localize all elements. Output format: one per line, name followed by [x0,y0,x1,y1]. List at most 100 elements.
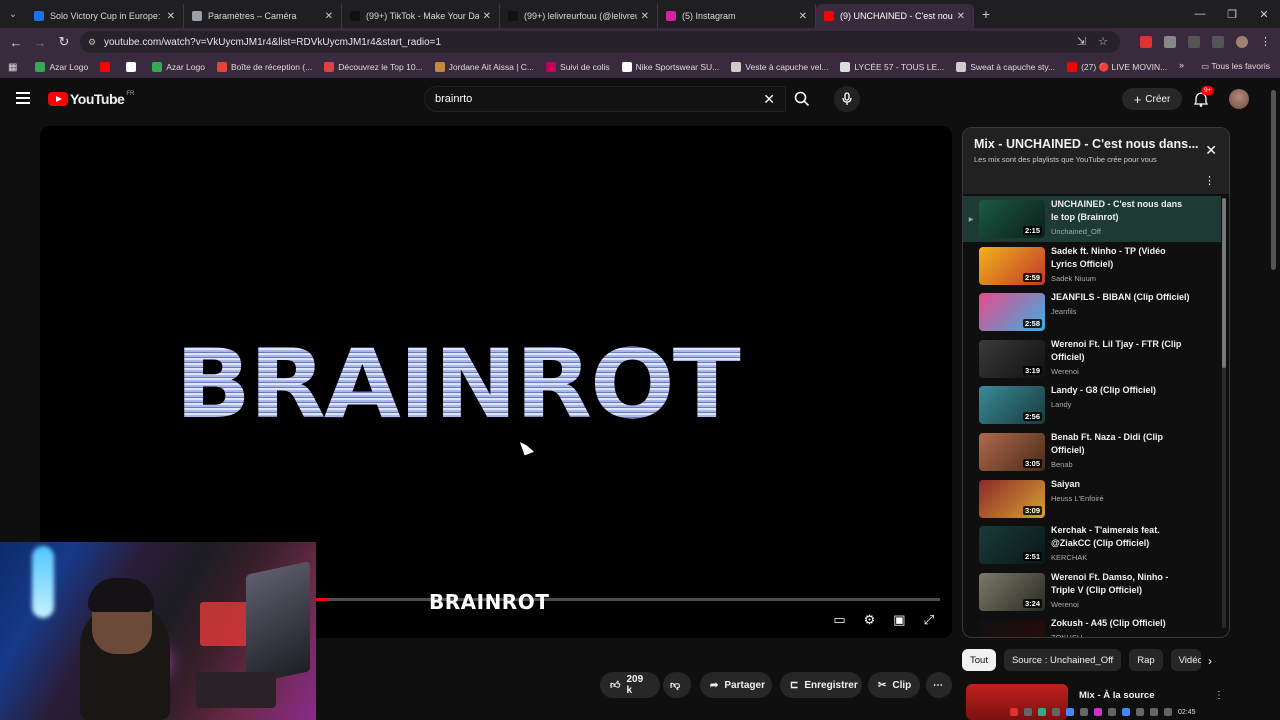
bookmark-item[interactable]: Suivi de colis [546,62,610,73]
fullscreen-icon[interactable]: ⤢ [924,612,934,628]
channel-name[interactable]: Sadek Niuum [1051,274,1191,283]
close-tab-icon[interactable]: ✕ [167,11,175,22]
channel-name[interactable]: ZOKUSH [1051,633,1191,637]
close-tab-icon[interactable]: ✕ [483,11,491,22]
search-input[interactable] [425,87,745,111]
channel-name[interactable]: Werenoi [1051,600,1191,609]
filter-chip[interactable]: Rap [1129,649,1163,671]
settings-gear-icon[interactable]: ⚙ [864,612,876,628]
site-info-icon[interactable]: ⚙ [88,37,96,48]
tab-search-button[interactable]: ⌄ [0,0,26,28]
volume-icon[interactable] [1164,708,1172,716]
bookmark-item[interactable] [126,62,140,73]
tray-icon[interactable] [1108,708,1116,716]
tray-icon[interactable] [1038,708,1046,716]
close-window-button[interactable]: ✕ [1248,8,1280,21]
extensions-puzzle-icon[interactable] [1188,36,1200,48]
bookmark-item[interactable]: (27) 🔴 LIVE MOVIN... [1067,62,1167,73]
browser-tab[interactable]: (99+) lelivreurfouu (@lelivreurfo ✕ [500,4,658,28]
filter-chip[interactable]: Source : Unchained_Off [1003,649,1122,671]
video-title[interactable]: Landy - G8 (Clip Officiel) [1051,384,1191,397]
close-tab-icon[interactable]: ✕ [641,11,649,22]
video-thumbnail[interactable]: 3:24 [979,572,1045,611]
all-bookmarks-folder[interactable]: ▭ Tous les favoris [1201,61,1270,72]
close-tab-icon[interactable]: ✕ [957,11,965,22]
video-title[interactable]: Werenoi Ft. Damso, Ninho - Triple V (Cli… [1051,571,1191,597]
close-tab-icon[interactable]: ✕ [799,11,807,22]
browser-tab[interactable]: (99+) TikTok - Make Your Day ✕ [342,4,500,28]
bookmark-item[interactable]: Azar Logo [35,62,88,73]
bookmark-star-icon[interactable]: ☆ [1098,35,1108,48]
subtitles-icon[interactable]: ▭ [833,612,845,628]
chevron-right-icon[interactable]: › [1208,654,1212,668]
install-icon[interactable]: ⇲ [1077,35,1086,48]
video-thumbnail[interactable]: 3:05 [979,433,1045,471]
playlist-scrollbar[interactable] [1222,198,1226,628]
playlist-title[interactable]: Mix - UNCHAINED - C'est nous dans... [974,137,1202,151]
tray-icon[interactable] [1066,708,1074,716]
video-thumbnail[interactable]: 3:09 [979,479,1045,518]
profile-icon[interactable] [1236,36,1248,48]
bookmark-item[interactable]: Nike Sportswear SU... [621,62,719,73]
account-avatar[interactable] [1229,89,1249,109]
bookmark-item[interactable]: Découvrez le Top 10... [324,62,423,73]
close-tab-icon[interactable]: ✕ [325,11,333,22]
share-button[interactable]: ➦ Partager [700,672,772,698]
video-title[interactable]: UNCHAINED - C'est nous dans le top (Brai… [1051,198,1191,224]
browser-tab[interactable]: Paramètres – Caméra ✕ [184,4,342,28]
url-bar[interactable]: ⚙ youtube.com/watch?v=VkUycmJM1r4&list=R… [80,31,1120,53]
video-thumbnail[interactable]: 2:58 [979,293,1045,332]
bookmark-item[interactable]: Veste à capuche vel... [731,62,828,73]
related-title[interactable]: Mix - À la source [1079,690,1155,701]
video-title[interactable]: Saiyan [1051,478,1191,491]
related-menu-icon[interactable]: ⋮ [1214,690,1224,701]
playlist-item[interactable]: 3:18 Zokush - A45 (Clip Officiel) ZOKUSH [963,615,1221,637]
bookmark-item[interactable]: Boîte de réception (... [216,62,312,73]
video-title[interactable]: JEANFILS - BIBAN (Clip Officiel) [1051,291,1191,304]
page-scrollbar[interactable] [1271,90,1276,270]
forward-button[interactable]: → [28,35,52,50]
reading-list-icon[interactable] [1212,36,1224,48]
video-thumbnail[interactable]: 3:19 [979,339,1045,378]
clip-button[interactable]: ✂ Clip [868,672,920,698]
bookmark-item[interactable] [100,62,114,73]
tray-icon[interactable] [1024,708,1032,716]
search-button[interactable] [786,86,818,112]
playlist-menu-icon[interactable]: ⋮ [1204,174,1215,187]
playlist-item[interactable]: 2:58 JEANFILS - BIBAN (Clip Officiel) Je… [963,289,1221,335]
playlist-item[interactable]: 3:19 Werenoi Ft. Lil Tjay - FTR (Clip Of… [963,336,1221,382]
like-button[interactable]: 👍︎ 209 k [600,672,660,698]
more-bookmarks-icon[interactable]: » [1179,60,1184,70]
channel-name[interactable]: Heuss L'Enfoiré [1051,494,1191,503]
video-thumbnail[interactable]: 2:59 [979,246,1045,285]
bookmark-item[interactable]: Azar Logo [152,62,205,73]
video-title[interactable]: Kerchak - T'aimerais feat. @ZiakCC (Clip… [1051,524,1191,550]
more-actions-button[interactable]: ⋯ [926,672,952,698]
playlist-item[interactable]: ▶ 2:15 UNCHAINED - C'est nous dans le to… [963,196,1221,242]
playlist-item[interactable]: 2:51 Kerchak - T'aimerais feat. @ZiakCC … [963,522,1221,568]
playlist-item[interactable]: 3:24 Werenoi Ft. Damso, Ninho - Triple V… [963,569,1221,615]
playlist-item[interactable]: 2:56 Landy - G8 (Clip Officiel) Landy [963,382,1221,428]
video-thumbnail[interactable]: 2:15 [979,200,1045,238]
close-playlist-icon[interactable]: ✕ [1205,142,1217,159]
channel-name[interactable]: Benab [1051,460,1191,469]
playlist-item[interactable]: 3:09 Saiyan Heuss L'Enfoiré [963,476,1221,522]
playlist-scroll-thumb[interactable] [1222,198,1226,368]
bookmark-item[interactable]: Jordane Ait Aissa | C... [434,62,534,73]
wifi-icon[interactable] [1150,708,1158,716]
reload-button[interactable]: ↻ [52,34,76,50]
tray-icon[interactable] [1136,708,1144,716]
clock[interactable]: 02:45 [1178,709,1196,716]
dislike-button[interactable]: 👎︎ [663,672,691,698]
tray-icon[interactable] [1122,708,1130,716]
channel-name[interactable]: KERCHAK [1051,553,1191,562]
video-title[interactable]: Benab Ft. Naza - Didi (Clip Officiel) [1051,431,1191,457]
browser-menu-icon[interactable]: ⋮ [1260,36,1272,48]
clear-search-icon[interactable]: ✕ [763,91,775,108]
extension-gray-icon[interactable] [1164,36,1176,48]
tray-icon[interactable] [1080,708,1088,716]
minimize-button[interactable]: — [1184,8,1216,20]
bookmark-item[interactable]: Sweat à capuche sty... [956,62,1055,73]
browser-tab[interactable]: Solo Victory Cup in Europe: Da ✕ [26,4,184,28]
browser-tab[interactable]: (5) Instagram ✕ [658,4,816,28]
